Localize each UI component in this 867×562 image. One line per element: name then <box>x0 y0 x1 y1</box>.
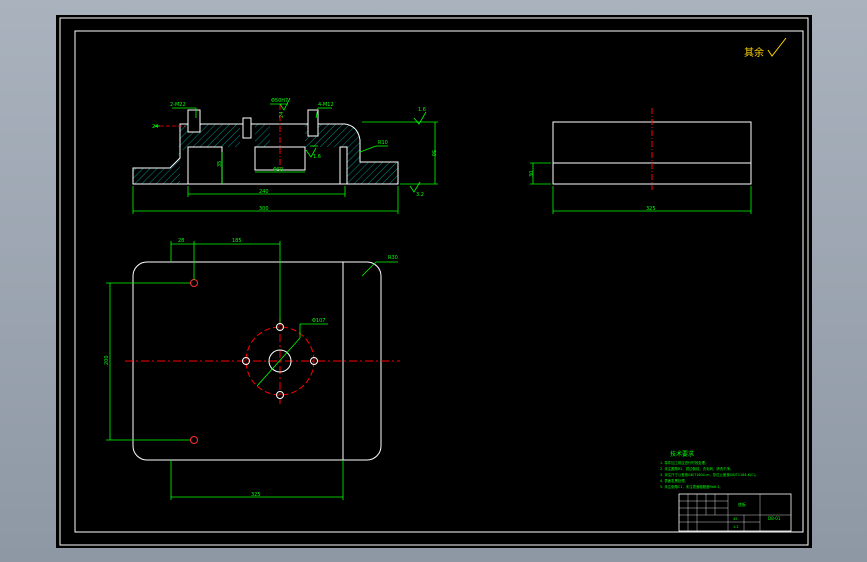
tech-note-line: 2. 未注圆角R2，锐边倒钝，去毛刺，清洗干净。 <box>660 466 733 471</box>
dim-height-right: 50 <box>430 150 436 156</box>
plan-dim-corner-radius: R30 <box>388 255 398 261</box>
dim-overall-width: 300 <box>259 206 269 212</box>
title-drawing-no: DB-01 <box>768 516 781 521</box>
plan-dim-bolt-circle: Φ107 <box>312 318 325 324</box>
title-part-name: 底板 <box>738 501 746 507</box>
plan-dim-to-center: 185 <box>232 238 242 244</box>
dim-hole-right: 4-M12 <box>318 102 334 108</box>
dim-inner-width: 240 <box>259 189 269 195</box>
dim-roughness-bottom: 3.2 <box>416 192 424 198</box>
plan-dim-hole-span: 200 <box>104 355 110 365</box>
section-slot-right <box>339 146 348 185</box>
dim-bore-top: Φ50H7 <box>271 98 288 104</box>
roughness-note-text: 其余 <box>744 46 764 59</box>
dim-roughness-mid: 1.6 <box>313 154 321 160</box>
side-dim-thickness: 30 <box>529 171 535 177</box>
cad-drawing-canvas: 其余 2-M22 Φ50H7 4-M12 24 24 35 Φ50 1.6 R1… <box>56 15 812 548</box>
dim-center-small: 24 <box>279 112 285 118</box>
plan-dim-base-length: 325 <box>251 492 261 498</box>
tech-note-line: 4. 表面发黑处理。 <box>660 478 688 483</box>
tech-note-line: 3. 未注尺寸公差按GB/T1804-m，形位公差按GB/T1184-K(C)。 <box>660 472 758 477</box>
plan-dim-hole-offset: 28 <box>178 238 184 244</box>
tech-notes-title: 技术要求 <box>670 450 694 458</box>
threaded-hole-left <box>187 109 201 133</box>
side-dim-width: 325 <box>646 206 656 212</box>
dim-roughness-top: 1.6 <box>418 107 426 113</box>
tech-note-line: 5. 未注倒角C1，未注表面粗糙度Ra6.3。 <box>660 484 723 489</box>
tech-note-line: 1. 零件加工前应进行时效处理。 <box>660 460 708 465</box>
title-scale: 1:2 <box>733 525 739 529</box>
dim-step-height: 35 <box>217 161 223 167</box>
dim-chamfer: R10 <box>378 140 388 146</box>
dim-left-small: 24 <box>152 124 158 130</box>
title-material: 45 <box>733 517 737 521</box>
threaded-hole-mid <box>242 117 252 139</box>
dim-hole-left: 2-M22 <box>170 102 186 108</box>
dim-bore-dia: Φ50 <box>273 167 283 173</box>
